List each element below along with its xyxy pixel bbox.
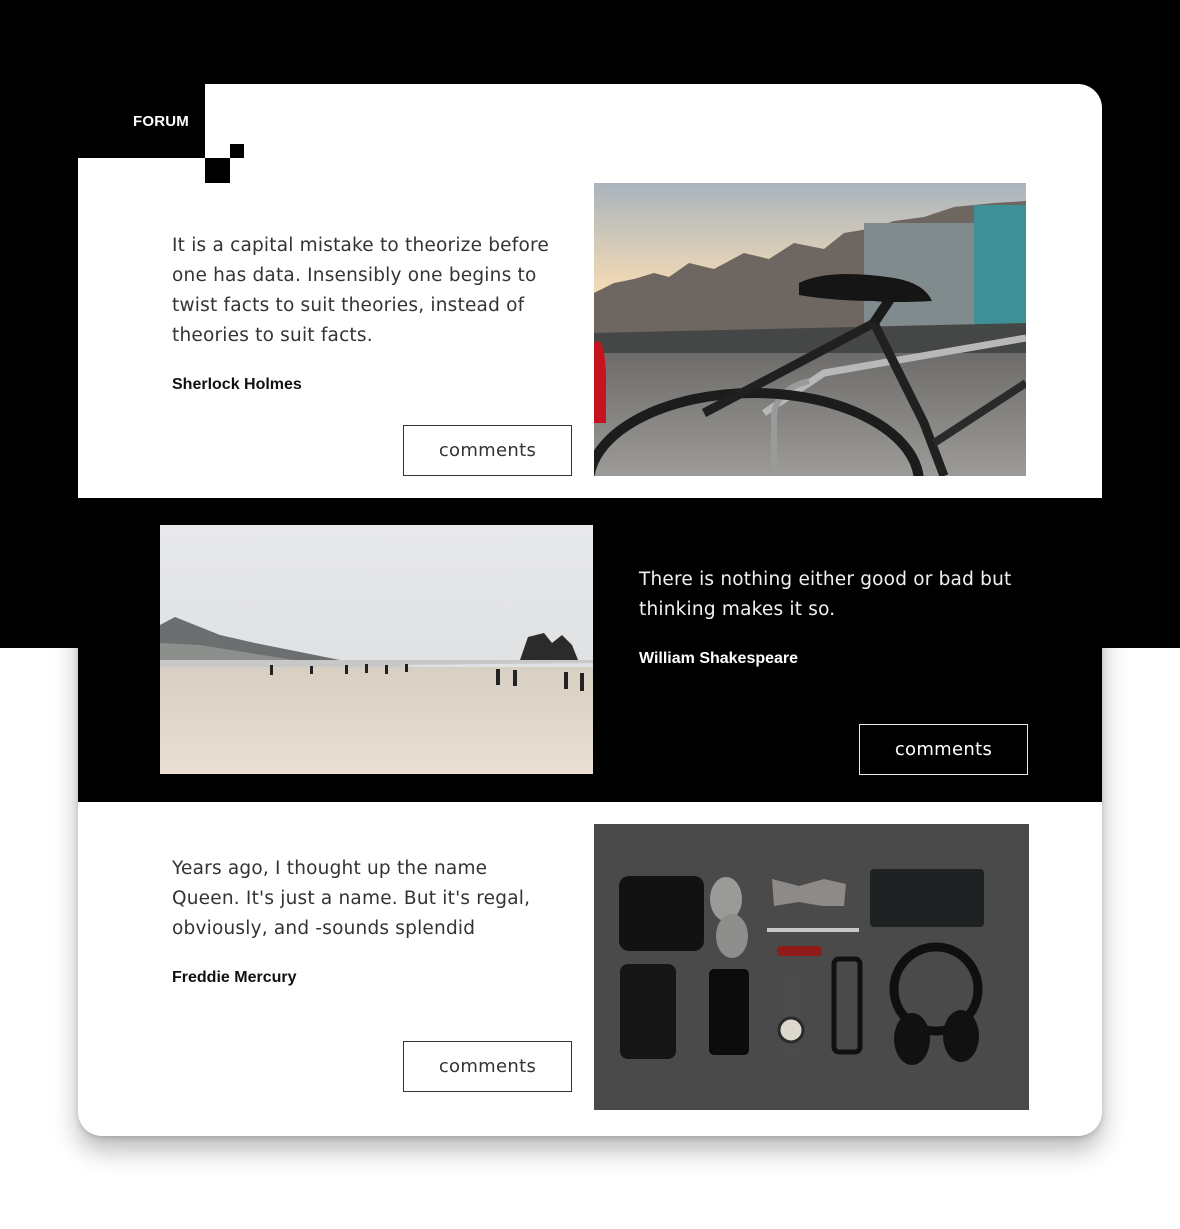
post-quote: Years ago, I thought up the name Queen. … [172,858,531,939]
post-row: There is nothing either good or bad but … [78,498,1102,802]
post-quote: It is a capital mistake to theorize befo… [172,235,549,346]
post-row: It is a capital mistake to theorize befo… [78,84,1102,498]
comments-button[interactable]: comments [403,425,572,476]
comments-button[interactable]: comments [403,1041,572,1092]
flatlay-accessories-photo [594,824,1029,1110]
post-quote: There is nothing either good or bad but … [639,569,1012,620]
post-author: Freddie Mercury [172,969,297,986]
post-author: Sherlock Holmes [172,376,302,393]
post-row: Years ago, I thought up the name Queen. … [78,802,1102,1136]
beach-photo [160,525,593,774]
forum-card: FORUM It is a capital mistake to theoriz… [78,84,1102,1136]
bicycle-photo [594,183,1026,476]
comments-button[interactable]: comments [859,724,1028,775]
post-author: William Shakespeare [639,650,799,667]
